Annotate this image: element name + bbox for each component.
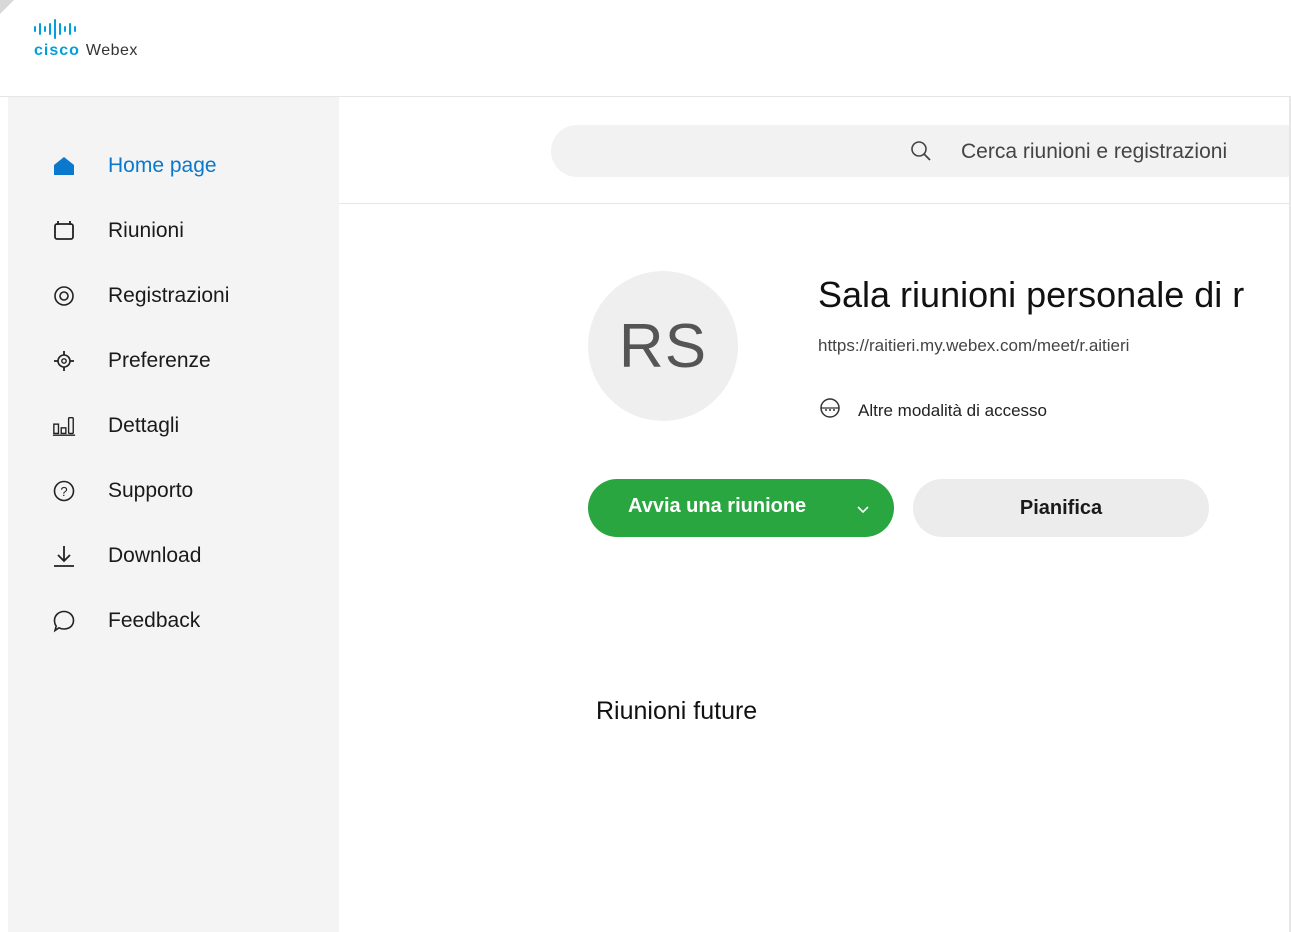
search-bar[interactable] (551, 125, 1291, 177)
schedule-button[interactable]: Pianifica (913, 479, 1209, 537)
sidebar-item-details[interactable]: Dettagli (8, 400, 339, 452)
logo-brand-text: cisco (34, 42, 80, 59)
sidebar-item-meetings[interactable]: Riunioni (8, 205, 339, 257)
sidebar-item-label: Dettagli (108, 414, 180, 437)
upcoming-meetings-heading: Riunioni future (596, 697, 758, 725)
download-arrow-icon (52, 544, 76, 568)
sidebar-item-home[interactable]: Home page (8, 140, 339, 192)
sidebar-item-label: Home page (108, 154, 217, 177)
cisco-bars-icon (34, 18, 138, 40)
app-header: cisco Webex (0, 0, 1291, 97)
sidebar-item-recordings[interactable]: Registrazioni (8, 270, 339, 322)
chevron-down-icon[interactable] (856, 499, 870, 514)
page-title: Sala riunioni personale di r (818, 274, 1245, 315)
sidebar-item-download[interactable]: Download (8, 530, 339, 582)
preferences-gear-icon (52, 349, 76, 373)
sidebar-item-label: Preferenze (108, 349, 211, 372)
cisco-webex-logo[interactable]: cisco Webex (34, 18, 138, 60)
logo-product-text: Webex (85, 42, 138, 59)
other-access-methods-link[interactable]: Altre modalità di accesso (818, 396, 1047, 425)
sidebar-item-label: Supporto (108, 479, 194, 502)
room-url-link[interactable]: https://raitieri.my.webex.com/meet/r.ait… (818, 336, 1129, 356)
search-input[interactable] (959, 133, 1291, 171)
sidebar-item-label: Download (108, 544, 202, 567)
avatar: RS (588, 271, 738, 421)
sidebar-item-label: Registrazioni (108, 284, 230, 307)
globe-phone-icon (818, 396, 842, 425)
sidebar-item-support[interactable]: ? Supporto (8, 465, 339, 517)
meetings-icon (52, 219, 76, 243)
help-question-icon: ? (52, 479, 76, 503)
sidebar-item-feedback[interactable]: Feedback (8, 595, 339, 647)
window-corner (0, 0, 14, 14)
other-access-methods-label: Altre modalità di accesso (858, 400, 1047, 420)
recordings-icon (52, 284, 76, 308)
insights-bars-icon (52, 414, 76, 438)
sidebar-item-label: Riunioni (108, 219, 184, 242)
sidebar: Home page Riunioni Registrazioni Prefere… (8, 97, 339, 932)
feedback-bubble-icon (52, 609, 76, 633)
search-icon (909, 139, 933, 163)
svg-text:?: ? (60, 484, 67, 499)
sidebar-item-label: Feedback (108, 609, 201, 632)
start-meeting-button[interactable]: Avvia una riunione (588, 479, 894, 537)
search-row (339, 97, 1291, 204)
home-icon (52, 154, 76, 178)
start-meeting-label: Avvia una riunione (628, 495, 807, 517)
sidebar-item-preferences[interactable]: Preferenze (8, 335, 339, 387)
